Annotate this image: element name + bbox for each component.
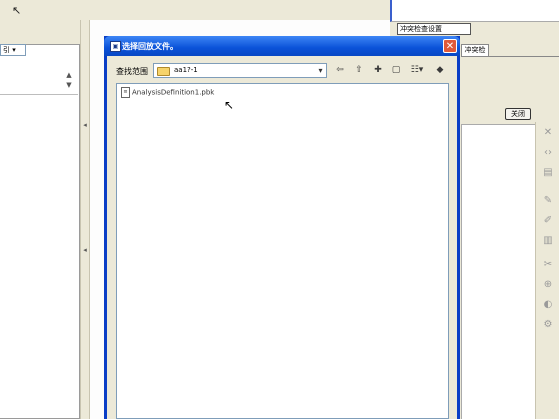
file-list[interactable]: ≡ AnalysisDefinition1.pbk bbox=[116, 83, 449, 419]
clash-settings-field[interactable]: 冲突检查设置 bbox=[397, 23, 471, 35]
document-icon[interactable]: ▤ bbox=[541, 166, 555, 180]
right-panel-header bbox=[390, 0, 559, 22]
view-icon[interactable]: ◐ bbox=[541, 298, 555, 312]
up-folder-icon[interactable]: ⇧ bbox=[352, 64, 366, 77]
chevron-down-icon[interactable]: ▾ bbox=[315, 65, 326, 76]
splitter-arrow-icon[interactable]: ◂ bbox=[82, 245, 88, 255]
chevron-up-icon[interactable]: ▲ bbox=[66, 70, 72, 80]
delete-icon[interactable]: ✕ bbox=[541, 126, 555, 140]
pointer-icon: ↖ bbox=[12, 4, 22, 17]
new-folder-icon[interactable]: ✚ bbox=[371, 64, 385, 77]
right-lower-pane bbox=[461, 124, 535, 419]
left-panel bbox=[0, 44, 80, 419]
left-scrollbar[interactable]: ▲ ▼ bbox=[66, 70, 76, 92]
look-in-value: aa1?-1 bbox=[174, 66, 198, 74]
tools-icon[interactable]: ◆ bbox=[433, 64, 447, 77]
splitter[interactable]: ◂ ◂ bbox=[80, 20, 90, 419]
close-button[interactable]: 关闭 bbox=[505, 108, 531, 120]
list-item[interactable]: ≡ AnalysisDefinition1.pbk bbox=[121, 87, 214, 98]
file-name: AnalysisDefinition1.pbk bbox=[132, 88, 215, 97]
list-icon[interactable]: ▥ bbox=[541, 234, 555, 248]
edit-icon[interactable]: ✎ bbox=[541, 194, 555, 208]
mouse-pointer-icon: ↖ bbox=[224, 98, 235, 112]
right-toolbar: ✕ ‹› ▤ ✎ ✐ ▥ ✂ ⊕ ◐ ⚙ bbox=[535, 122, 559, 419]
desktop-icon[interactable]: ▢ bbox=[389, 64, 403, 77]
dialog-titlebar[interactable]: ▣ 选择回放文件。 ✕ bbox=[104, 36, 460, 56]
pencil-icon[interactable]: ✐ bbox=[541, 214, 555, 228]
compass-icon[interactable]: ⊕ bbox=[541, 278, 555, 292]
right-panel-body bbox=[461, 56, 559, 107]
expand-icon[interactable]: ‹› bbox=[541, 146, 555, 160]
close-icon[interactable]: ✕ bbox=[443, 39, 457, 53]
left-combo[interactable]: 引 ▾ bbox=[0, 44, 26, 56]
tab-clash-check[interactable]: 冲突检查 bbox=[461, 44, 489, 65]
settings-icon[interactable]: ⚙ bbox=[541, 318, 555, 332]
cut-icon[interactable]: ✂ bbox=[541, 258, 555, 272]
splitter-arrow-icon[interactable]: ◂ bbox=[82, 120, 88, 130]
dialog-title: 选择回放文件。 bbox=[122, 42, 178, 51]
file-icon: ≡ bbox=[121, 87, 130, 98]
back-icon[interactable]: ⇦ bbox=[333, 64, 347, 77]
dialog-app-icon: ▣ bbox=[110, 41, 121, 52]
folder-icon bbox=[157, 67, 170, 76]
look-in-label: 查找范围 bbox=[116, 67, 148, 76]
chevron-down-icon[interactable]: ▼ bbox=[66, 80, 72, 90]
look-in-combo[interactable]: aa1?-1 ▾ bbox=[153, 63, 327, 78]
view-menu-icon[interactable]: ☷▾ bbox=[408, 64, 426, 77]
